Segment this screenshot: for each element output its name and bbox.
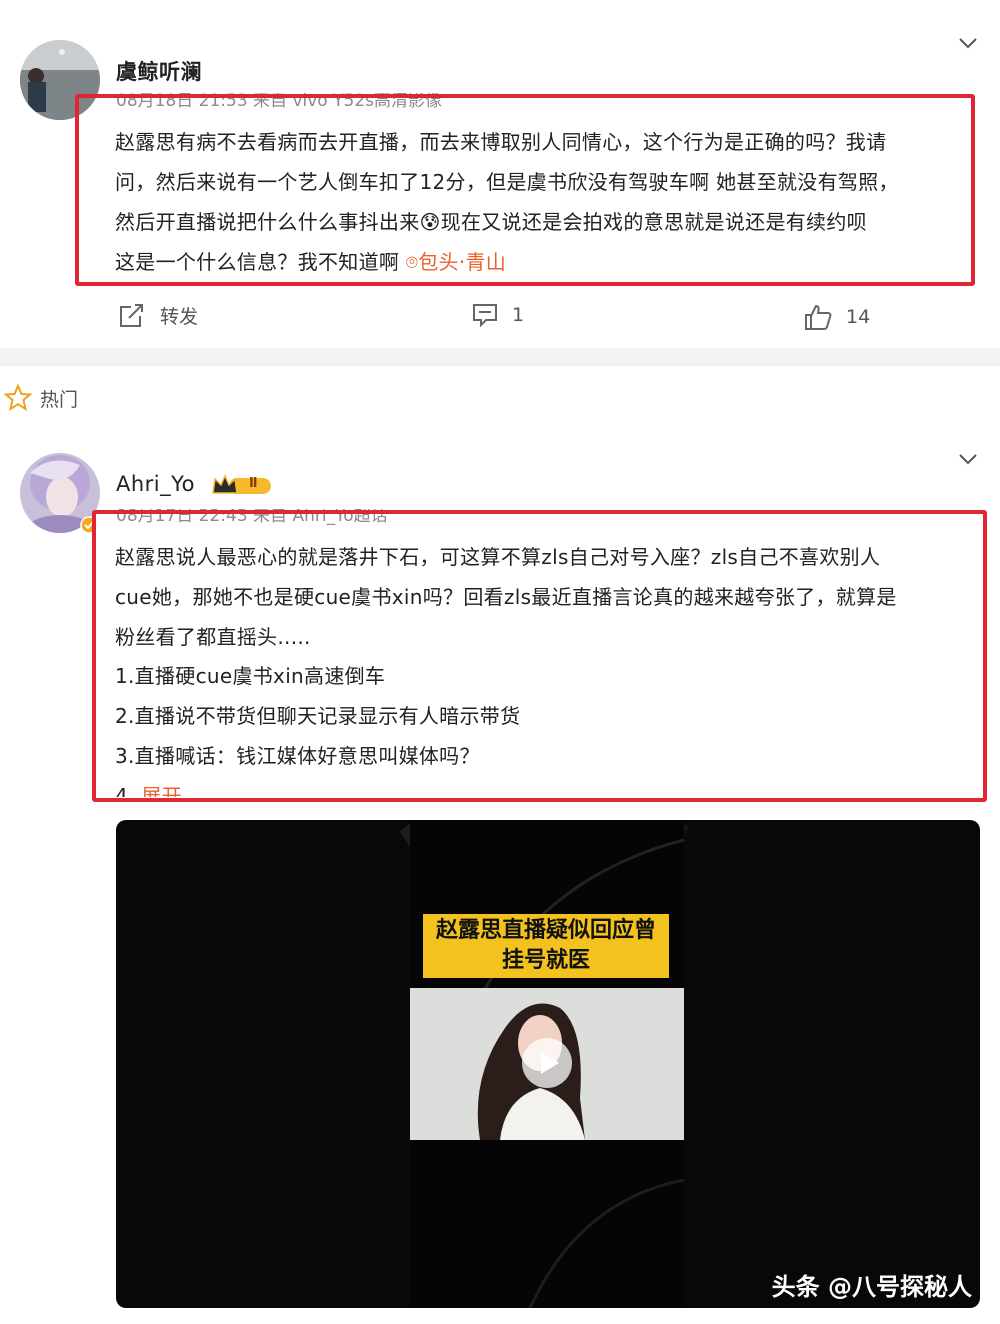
post-body-line: 粉丝看了都直摇头..... bbox=[115, 625, 311, 649]
like-button[interactable]: 14 bbox=[804, 303, 870, 331]
repost-label: 转发 bbox=[160, 306, 199, 328]
hot-section-header: 热门 bbox=[4, 384, 78, 412]
comment-button[interactable]: 1 bbox=[472, 302, 524, 328]
post-meta: 08月18日 21:53 来自 vivo Y52s高清影像 bbox=[116, 93, 442, 111]
post-body-text: 这是一个什么信息？我不知道啊 bbox=[115, 250, 400, 274]
chevron-down-icon[interactable] bbox=[957, 32, 979, 54]
play-button[interactable] bbox=[522, 1038, 572, 1088]
expand-link[interactable]: 展开⌄ bbox=[141, 784, 199, 797]
repost-icon bbox=[120, 303, 143, 327]
post-body-line: 3.直播喊话：钱江媒体好意思叫媒体吗？ bbox=[115, 744, 480, 768]
post-body-line: cue她，那她不也是硬cue虞书xin吗？回看zls最近直播言论真的越来越夸张了… bbox=[115, 585, 897, 609]
expand-label: 展开 bbox=[141, 784, 182, 797]
video-frame: 赵露思直播疑似回应曾 挂号就医 bbox=[410, 820, 684, 1308]
section-divider bbox=[0, 348, 1000, 366]
like-count: 14 bbox=[846, 306, 871, 328]
vip-badge: Ⅱ bbox=[211, 473, 273, 497]
location-link[interactable]: ⌾包头·青山 bbox=[406, 250, 506, 274]
post-body-text: 然后开直播说把什么什么事抖出来 bbox=[115, 210, 420, 234]
caption-line: 挂号就医 bbox=[501, 948, 590, 973]
username[interactable]: 虞鲸听澜 bbox=[116, 56, 202, 86]
location-text: 包头·青山 bbox=[418, 250, 507, 274]
comment-icon bbox=[473, 304, 497, 328]
video-thumbnail[interactable] bbox=[410, 988, 684, 1140]
post-body-text: 现在又说还是会拍戏的意思就是说还是有续约呗 bbox=[440, 210, 867, 234]
watermark: 头条 @八号探秘人 bbox=[771, 1273, 972, 1301]
video-player[interactable]: 赵露思直播疑似回应曾 挂号就医 头条 @八号探秘人 bbox=[116, 820, 980, 1308]
chevron-down-icon: ⌄ bbox=[181, 784, 200, 797]
thumbs-up-icon bbox=[805, 304, 832, 330]
crown-icon bbox=[212, 474, 271, 494]
post-body-line: 赵露思说人最恶心的就是落井下石，可这算不算zls自己对号入座？zls自己不喜欢别… bbox=[115, 545, 881, 569]
post-1: 虞鲸听澜 08月18日 21:53 来自 vivo Y52s高清影像 赵露思有病… bbox=[0, 0, 1000, 348]
post-body-line: 这是一个什么信息？我不知道啊 ⌾包头·青山 bbox=[115, 246, 506, 275]
post-body-line: 1.直播硬cue虞书xin高速倒车 bbox=[115, 664, 386, 688]
caption-line: 赵露思直播疑似回应曾 bbox=[435, 918, 656, 943]
comment-count: 1 bbox=[512, 304, 525, 326]
star-icon bbox=[4, 384, 32, 412]
repost-button[interactable]: 转发 bbox=[118, 302, 198, 329]
hot-label: 热门 bbox=[40, 388, 79, 411]
post-meta: 08月17日 22:43 来自 Ahri_Yo超话 bbox=[116, 509, 388, 526]
video-caption: 赵露思直播疑似回应曾 挂号就医 bbox=[423, 914, 669, 978]
avatar[interactable] bbox=[20, 40, 100, 120]
post-body-line: 问，然后来说有一个艺人倒车扣了12分，但是虞书欣没有驾驶车啊 她甚至就没有驾照， bbox=[115, 170, 899, 194]
username[interactable]: Ahri_Yo bbox=[116, 472, 195, 496]
location-pin-icon: ⌾ bbox=[405, 250, 419, 274]
emoji-icon: 😰 bbox=[419, 210, 441, 234]
post-body-line: 2.直播说不带货但聊天记录显示有人暗示带货 bbox=[115, 704, 521, 728]
chevron-down-icon[interactable] bbox=[957, 448, 979, 470]
post-body-line: 然后开直播说把什么什么事抖出来😰现在又说还是会拍戏的意思就是说还是有续约呗 bbox=[115, 206, 867, 235]
post-body-text: 4. bbox=[115, 784, 135, 797]
post-body-line: 4. 展开⌄ bbox=[115, 780, 199, 797]
vip-level: Ⅱ bbox=[249, 476, 258, 491]
verified-badge-icon bbox=[80, 516, 98, 534]
post-body-line: 赵露思有病不去看病而去开直播，而去来博取别人同情心，这个行为是正确的吗？我请 bbox=[115, 130, 887, 154]
